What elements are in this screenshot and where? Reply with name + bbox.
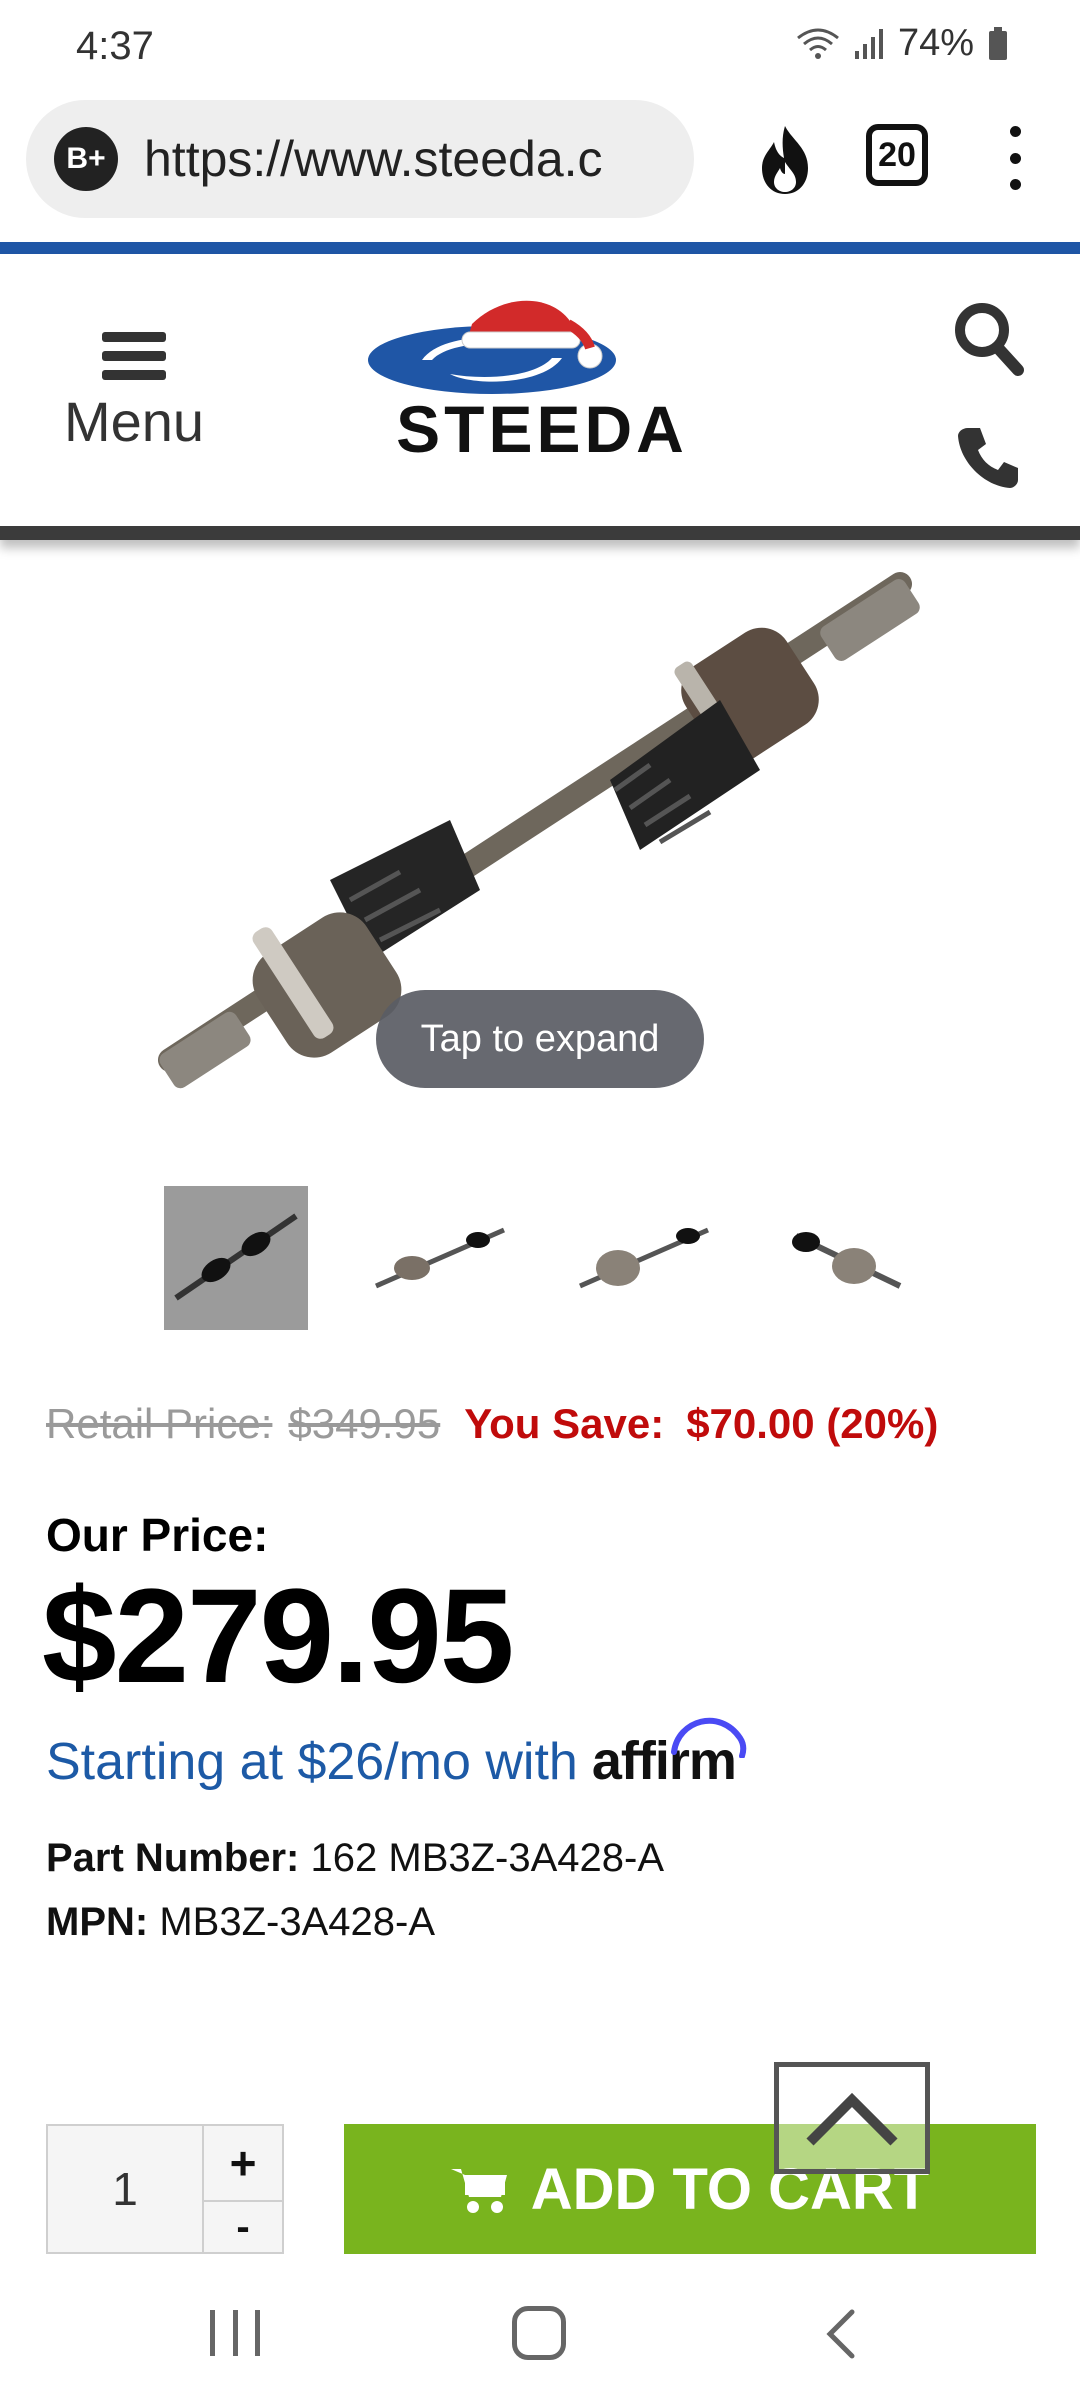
retail-price-label: Retail Price:	[46, 1400, 273, 1447]
url-text[interactable]: https://www.steeda.c	[144, 130, 664, 188]
part-number-value: 162 MB3Z-3A428-A	[310, 1836, 665, 1880]
recent-apps-icon[interactable]	[210, 2310, 260, 2360]
wifi-icon	[797, 28, 839, 59]
back-to-top-button[interactable]	[774, 2062, 930, 2174]
affirm-financing-link[interactable]: Starting at $26/mo with affirm	[46, 1717, 747, 1792]
status-bar: 4:37 74%	[0, 0, 1080, 92]
financing-text: Starting at $26/mo with	[46, 1733, 578, 1791]
quantity-decrement-button[interactable]: -	[202, 2202, 284, 2254]
system-navigation-bar	[0, 2270, 1080, 2400]
battery-icon	[989, 26, 1007, 60]
hamburger-icon	[102, 332, 166, 380]
tab-switcher-button[interactable]: 20	[866, 124, 928, 186]
steeda-logo[interactable]: STEEDA	[272, 294, 812, 474]
tap-to-expand-hint[interactable]: Tap to expand	[376, 990, 704, 1088]
site-badge-icon[interactable]: B+	[54, 127, 118, 191]
browser-toolbar: B+ https://www.steeda.c 20	[0, 92, 1080, 242]
part-number-row: Part Number: 162 MB3Z-3A428-A	[46, 1836, 664, 1881]
affirm-arc-icon	[670, 1717, 747, 1758]
you-save-label: You Save:	[464, 1400, 665, 1447]
our-price: $279.95	[42, 1562, 514, 1711]
part-number-label: Part Number:	[46, 1836, 300, 1880]
status-time: 4:37	[76, 24, 154, 68]
header-accent-line	[0, 242, 1080, 254]
mpn-label: MPN:	[46, 1900, 149, 1944]
fire-icon[interactable]	[752, 122, 818, 198]
price-comparison-row: Retail Price: $349.95 You Save: $70.00 (20%…	[46, 1400, 1046, 1460]
cart-icon	[450, 2169, 507, 2213]
our-price-label: Our Price:	[46, 1509, 269, 1561]
chevron-up-icon	[806, 2092, 898, 2146]
thumbnail-2[interactable]	[368, 1186, 512, 1330]
status-icons: 74%	[796, 22, 1008, 65]
retail-price: $349.95	[288, 1400, 441, 1447]
back-icon[interactable]	[822, 2308, 862, 2360]
mpn-value: MB3Z-3A428-A	[159, 1900, 436, 1944]
signal-icon	[854, 28, 883, 59]
thumbnail-3[interactable]	[572, 1186, 716, 1330]
menu-label: Menu	[63, 390, 205, 453]
site-header: Menu STEEDA	[0, 254, 1080, 540]
address-bar[interactable]: B+ https://www.steeda.c	[26, 100, 694, 218]
thumbnail-4[interactable]	[776, 1186, 920, 1330]
thumbnail-1[interactable]	[164, 1186, 308, 1330]
phone-icon[interactable]	[956, 424, 1022, 490]
mpn-row: MPN: MB3Z-3A428-A	[46, 1900, 435, 1945]
logo-text: STEEDA	[396, 392, 688, 466]
quantity-increment-button[interactable]: +	[202, 2124, 284, 2202]
more-menu-icon[interactable]	[1000, 126, 1030, 190]
affirm-logo: affirm	[592, 1717, 747, 1792]
thumbnail-gallery	[164, 1186, 924, 1330]
menu-button[interactable]: Menu	[52, 332, 216, 454]
home-icon[interactable]	[512, 2306, 566, 2360]
add-to-cart-button[interactable]: ADD TO CART	[344, 2124, 1036, 2254]
you-save-value: $70.00 (20%)	[686, 1400, 939, 1447]
battery-percent: 74%	[897, 22, 974, 64]
search-icon[interactable]	[952, 298, 1024, 378]
quantity-input[interactable]: 1	[46, 2124, 202, 2254]
